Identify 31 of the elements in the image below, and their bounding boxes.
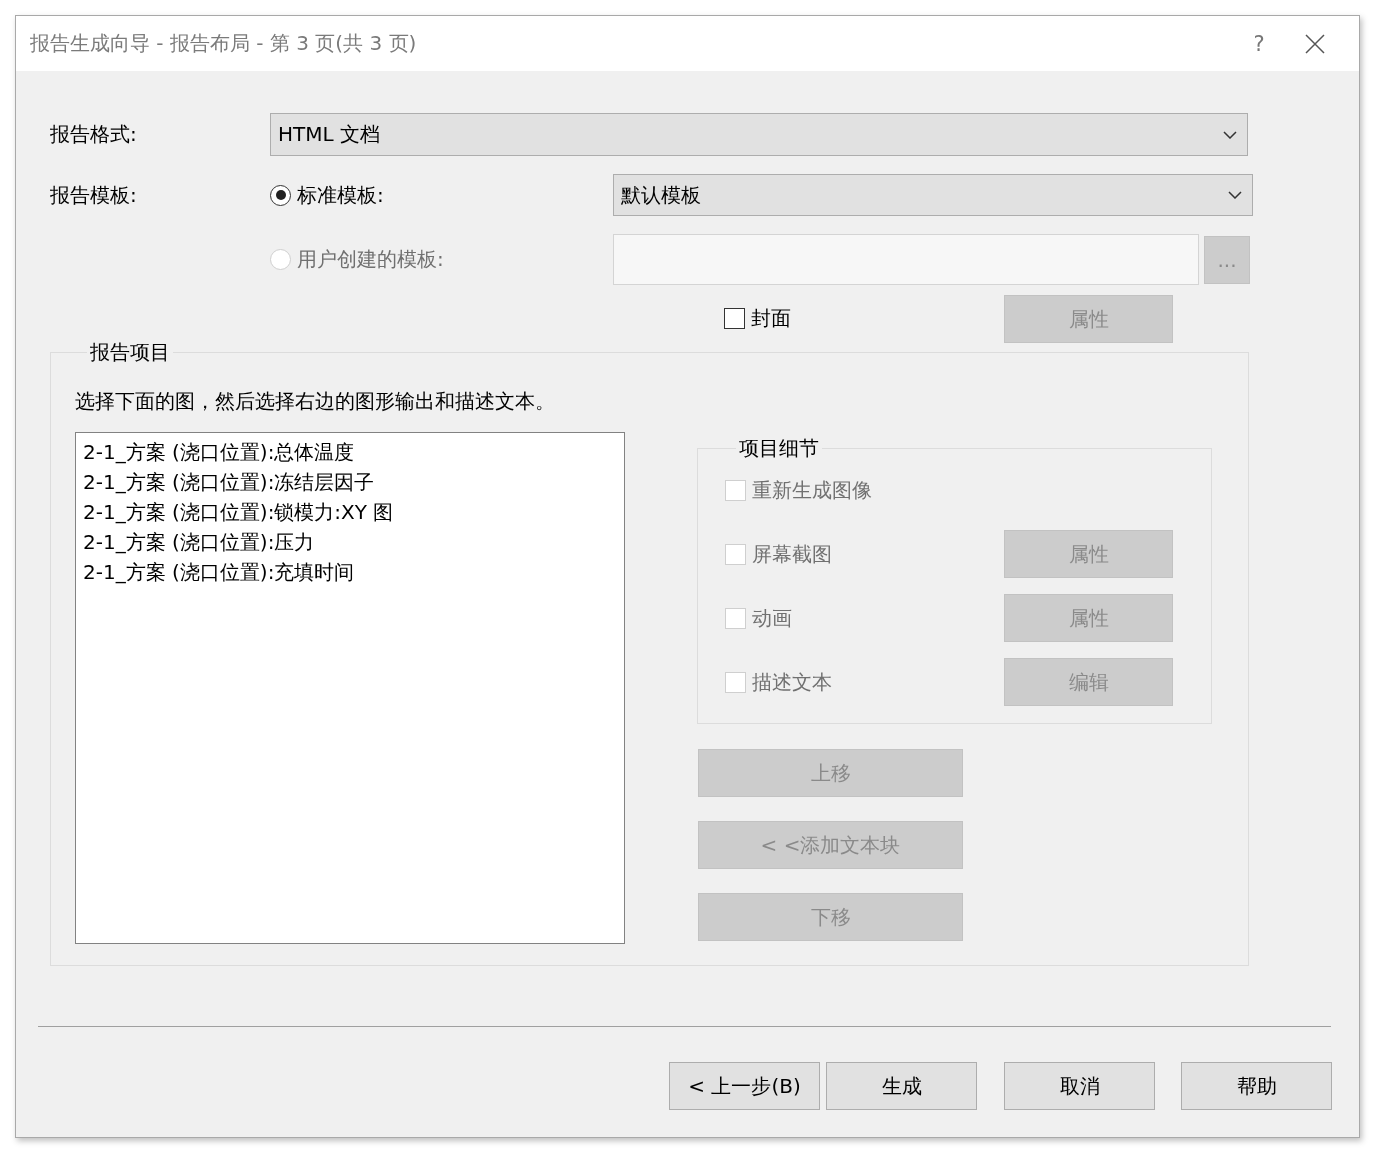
checkbox-label: 重新生成图像 <box>752 476 872 504</box>
radio-label: 标准模板: <box>297 181 384 209</box>
dialog-button[interactable]: 取消 <box>1004 1062 1155 1110</box>
instruction-text: 选择下面的图，然后选择右边的图形输出和描述文本。 <box>75 388 556 414</box>
window-title: 报告生成向导 - 报告布局 - 第 3 页(共 3 页) <box>30 30 418 57</box>
checkbox[interactable] <box>724 307 745 329</box>
dropdown[interactable]: 默认模板 <box>613 174 1253 216</box>
field-label: 报告格式: <box>50 121 138 148</box>
list-item[interactable]: 2-1_方案 (浇口位置):锁模力:XY 图 <box>82 497 618 527</box>
group-title: 项目细节 <box>738 435 820 462</box>
dropdown[interactable]: HTML 文档 <box>270 113 1248 156</box>
radio-label: 用户创建的模板: <box>297 246 444 273</box>
chevron-down-icon <box>1223 130 1237 139</box>
chevron-down-icon <box>1228 191 1242 199</box>
checkbox-label: 屏幕截图 <box>752 540 832 568</box>
list-item[interactable]: 2-1_方案 (浇口位置):压力 <box>82 527 618 557</box>
checkbox-label: 动画 <box>752 604 792 632</box>
group-title: 报告项目 <box>89 339 171 366</box>
dialog-button[interactable]: 生成 <box>826 1062 977 1110</box>
checkbox-label: 封面 <box>751 304 791 332</box>
list-item[interactable]: 2-1_方案 (浇口位置):冻结层因子 <box>82 467 618 497</box>
field-label: 报告模板: <box>50 181 138 209</box>
list-item[interactable]: 2-1_方案 (浇口位置):总体温度 <box>82 437 618 467</box>
list-item[interactable]: 2-1_方案 (浇口位置):充填时间 <box>82 557 618 587</box>
checkbox-label: 描述文本 <box>752 668 832 696</box>
dialog-button[interactable]: 帮助 <box>1181 1062 1332 1110</box>
close-icon[interactable] <box>1305 33 1325 54</box>
dialog-button[interactable]: < 上一步(B) <box>669 1062 820 1110</box>
help-button[interactable]: ? <box>1239 31 1279 56</box>
radio-button[interactable] <box>270 184 291 206</box>
input-field[interactable] <box>613 234 1199 285</box>
